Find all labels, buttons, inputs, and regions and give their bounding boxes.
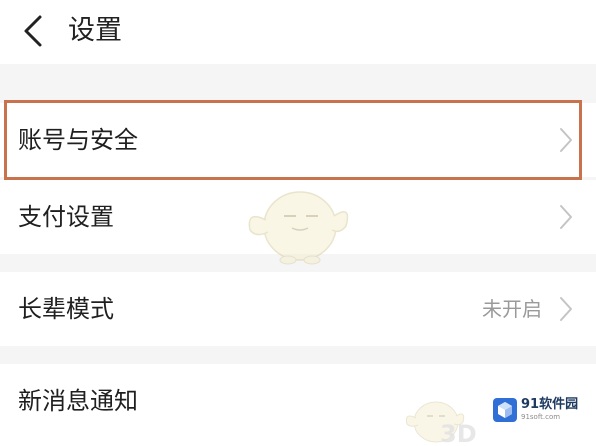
elder-mode-status: 未开启 xyxy=(482,297,542,321)
elder-mode-label: 长辈模式 xyxy=(18,295,114,323)
account-security-row[interactable]: 账号与安全 xyxy=(0,103,596,177)
chevron-right-icon xyxy=(560,297,572,321)
chevron-right-icon xyxy=(560,205,572,229)
account-security-label: 账号与安全 xyxy=(18,126,138,154)
payment-settings-label: 支付设置 xyxy=(18,203,114,231)
notifications-label: 新消息通知 xyxy=(18,387,138,415)
back-button[interactable] xyxy=(18,12,50,50)
mascot-watermark-icon xyxy=(248,191,349,265)
settings-page: 设置 账号与安全 支付设置 长辈模式 未开启 新消息通知 3D 91软件园 91… xyxy=(0,0,596,446)
header-bar: 设置 xyxy=(0,0,596,64)
elder-mode-row[interactable]: 长辈模式 未开启 xyxy=(0,272,596,346)
site-url: 91soft.com xyxy=(521,413,561,421)
chevron-right-icon xyxy=(560,128,572,152)
watermark-text: 3D xyxy=(440,420,477,446)
site-name: 91软件园 xyxy=(521,397,579,412)
page-title: 设置 xyxy=(68,15,122,46)
site-logo-icon xyxy=(493,398,517,422)
chevron-left-icon xyxy=(24,15,42,47)
